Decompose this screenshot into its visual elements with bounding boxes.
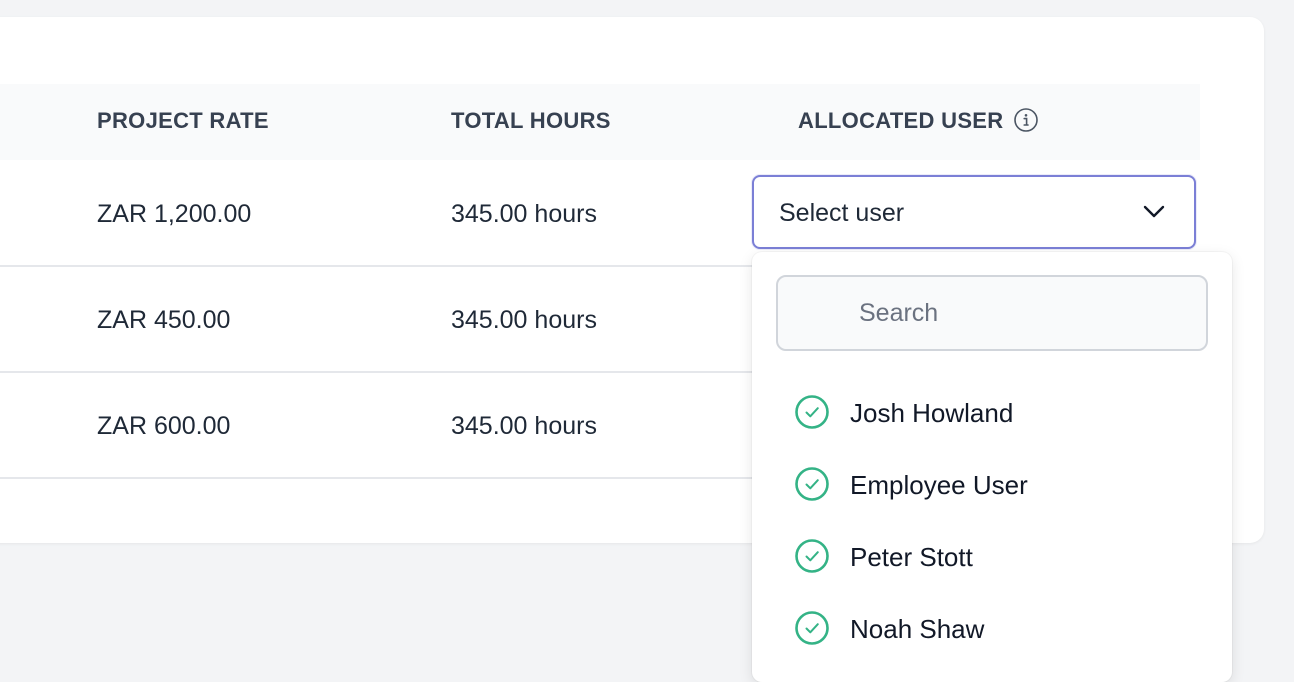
row-3-total-hours: 345.00 hours: [451, 412, 597, 440]
row-1-total-hours: 345.00 hours: [451, 200, 597, 228]
row-1-project-rate: ZAR 1,200.00: [97, 200, 252, 228]
check-circle-icon: [795, 611, 829, 645]
search-input[interactable]: [776, 275, 1208, 351]
option-label: Josh Howland: [850, 398, 1014, 428]
option-label: Noah Shaw: [850, 614, 985, 644]
header-project-rate: PROJECT RATE: [97, 108, 269, 133]
user-dropdown: Josh Howland Employee User Peter Stott N…: [752, 252, 1232, 682]
header-allocated-user: ALLOCATED USER: [798, 108, 1004, 133]
check-circle-icon: [795, 539, 829, 573]
option-employee-user[interactable]: Employee User: [792, 458, 1212, 510]
header-total-hours: TOTAL HOURS: [451, 108, 611, 133]
user-select[interactable]: Select user: [752, 175, 1196, 249]
user-select-value: Select user: [779, 199, 905, 227]
option-josh-howland[interactable]: Josh Howland: [792, 386, 1212, 438]
row-2-project-rate: ZAR 450.00: [97, 306, 231, 334]
option-label: Employee User: [850, 470, 1028, 500]
option-peter-stott[interactable]: Peter Stott: [792, 530, 1212, 582]
row-2-total-hours: 345.00 hours: [451, 306, 597, 334]
chevron-down-icon: [1143, 205, 1165, 218]
option-noah-shaw[interactable]: Noah Shaw: [792, 602, 1212, 654]
info-icon[interactable]: [1014, 108, 1038, 132]
check-circle-icon: [795, 395, 829, 429]
option-label: Peter Stott: [850, 542, 973, 572]
check-circle-icon: [795, 467, 829, 501]
row-3-project-rate: ZAR 600.00: [97, 412, 231, 440]
